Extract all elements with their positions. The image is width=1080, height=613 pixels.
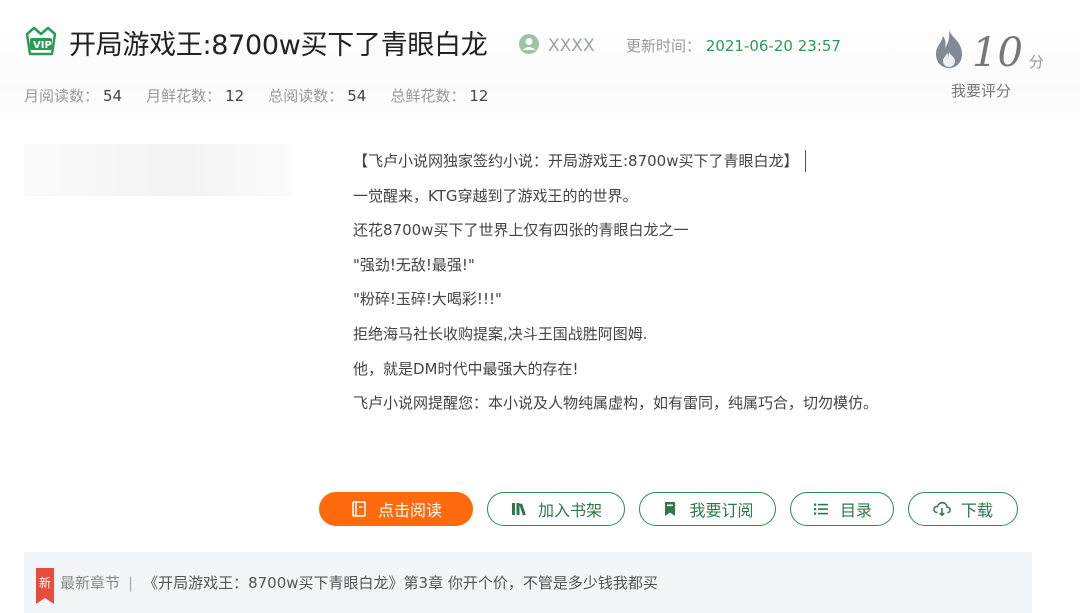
flame-icon (932, 28, 966, 74)
add-shelf-button[interactable]: 加入书架 (487, 492, 625, 526)
intro-line: 【飞卢小说网独家签约小说：开局游戏王:8700w买下了青眼白龙】 (353, 150, 806, 172)
rating: 10 分 (932, 28, 1044, 74)
list-icon (812, 500, 830, 518)
action-bar: 点击阅读 加入书架 我要订阅 目录 下载 (319, 492, 1018, 526)
subscribe-label: 我要订阅 (689, 501, 754, 520)
intro-line: 拒绝海马社长收购提案,决斗王国战胜阿图姆. (353, 324, 648, 343)
update-value: 2021-06-20 23:57 (705, 37, 841, 55)
new-tag: 新 (36, 567, 54, 604)
add-shelf-label: 加入书架 (537, 501, 602, 520)
book-intro: 【飞卢小说网独家签约小说：开局游戏王:8700w买下了青眼白龙】 一觉醒来，KT… (353, 150, 1053, 427)
stat-total-reads: 总阅读数： 54 (268, 87, 367, 105)
intro-line: "粉碎!玉碎!大喝彩!!!" (353, 290, 502, 309)
update-time: 更新时间： 2021-06-20 23:57 (626, 35, 841, 56)
bookmark-icon (661, 500, 679, 518)
book-header (0, 0, 1080, 130)
latest-chapter-bar: 新 最新章节 | 《开局游戏王：8700w买下青眼白龙》第3章 你开个价，不管是… (24, 552, 1032, 613)
catalog-button[interactable]: 目录 (790, 492, 894, 526)
book-title: 开局游戏王:8700w买下了青眼白龙 (69, 30, 488, 61)
stats-row: 月阅读数： 54 月鲜花数： 12 总阅读数： 54 总鲜花数： 12 (24, 85, 488, 106)
intro-line: 飞卢小说网提醒您：本小说及人物纯属虚构，如有雷同，纯属巧合，切勿模仿。 (353, 394, 879, 413)
book-open-icon (350, 500, 368, 518)
intro-line: 一觉醒来，KTG穿越到了游戏王的的世界。 (353, 186, 638, 205)
intro-line: 他，就是DM时代中最强大的存在! (353, 359, 579, 378)
author-name: XXXX (548, 36, 595, 56)
catalog-label: 目录 (839, 501, 872, 520)
latest-separator: | (128, 573, 134, 592)
download-label: 下载 (960, 501, 993, 520)
read-label: 点击阅读 (377, 501, 442, 520)
user-icon (518, 33, 540, 59)
stat-total-flowers: 总鲜花数： 12 (390, 87, 489, 105)
vip-badge-text: VIP (33, 40, 52, 51)
stat-monthly-flowers: 月鲜花数： 12 (146, 87, 245, 105)
download-button[interactable]: 下载 (908, 492, 1018, 526)
intro-line: "强劲!无敌!最强!" (353, 255, 475, 274)
author[interactable]: XXXX (518, 33, 595, 59)
intro-line: 还花8700w买下了世界上仅有四张的青眼白龙之一 (353, 221, 689, 240)
cloud-download-icon (933, 500, 951, 518)
bookshelf-icon (510, 500, 528, 518)
cover-image (24, 144, 292, 196)
latest-chapter-link[interactable]: 《开局游戏王：8700w买下青眼白龙》第3章 你开个价，不管是多少钱我都买 (143, 572, 658, 593)
subscribe-button[interactable]: 我要订阅 (639, 492, 776, 526)
rate-button[interactable]: 我要评分 (951, 80, 1011, 101)
rating-score: 10 (972, 30, 1023, 76)
update-label: 更新时间： (626, 37, 702, 55)
latest-label: 最新章节 (60, 574, 121, 592)
stat-monthly-reads: 月阅读数： 54 (24, 87, 123, 105)
rating-unit: 分 (1028, 53, 1044, 71)
read-button[interactable]: 点击阅读 (319, 492, 473, 526)
